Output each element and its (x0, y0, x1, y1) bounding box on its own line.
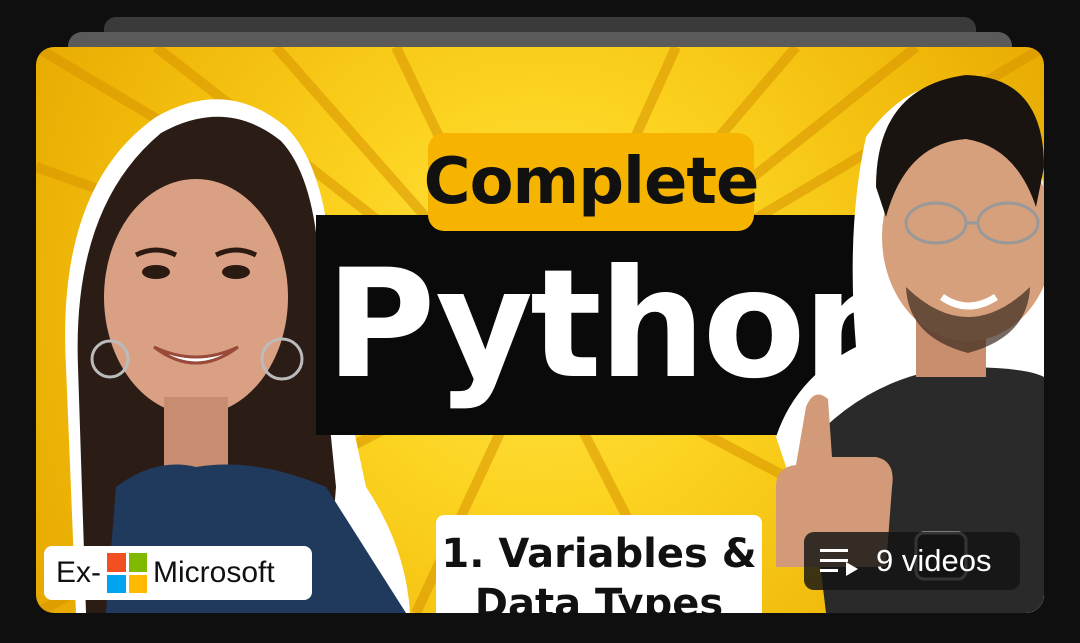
lesson-title-line-2: Data Types (474, 581, 724, 613)
headline-complete: Complete (424, 133, 759, 231)
lesson-title-card: 1. Variables & Data Types (436, 515, 762, 613)
ex-microsoft-badge: Ex- Microsoft (44, 546, 312, 600)
playlist-icon (820, 549, 858, 576)
badge-company: Microsoft (153, 556, 275, 589)
microsoft-logo-icon (107, 553, 147, 593)
playlist-video-count-overlay: 9 videos (804, 532, 1020, 590)
playlist-thumbnail[interactable]: Complete Python 1. Variables & Data Type… (36, 47, 1044, 613)
badge-prefix: Ex- (56, 556, 101, 589)
lesson-title-line-1: 1. Variables & (441, 531, 757, 577)
video-count-label: 9 videos (876, 543, 992, 578)
presenter-right-photo (776, 75, 1044, 613)
